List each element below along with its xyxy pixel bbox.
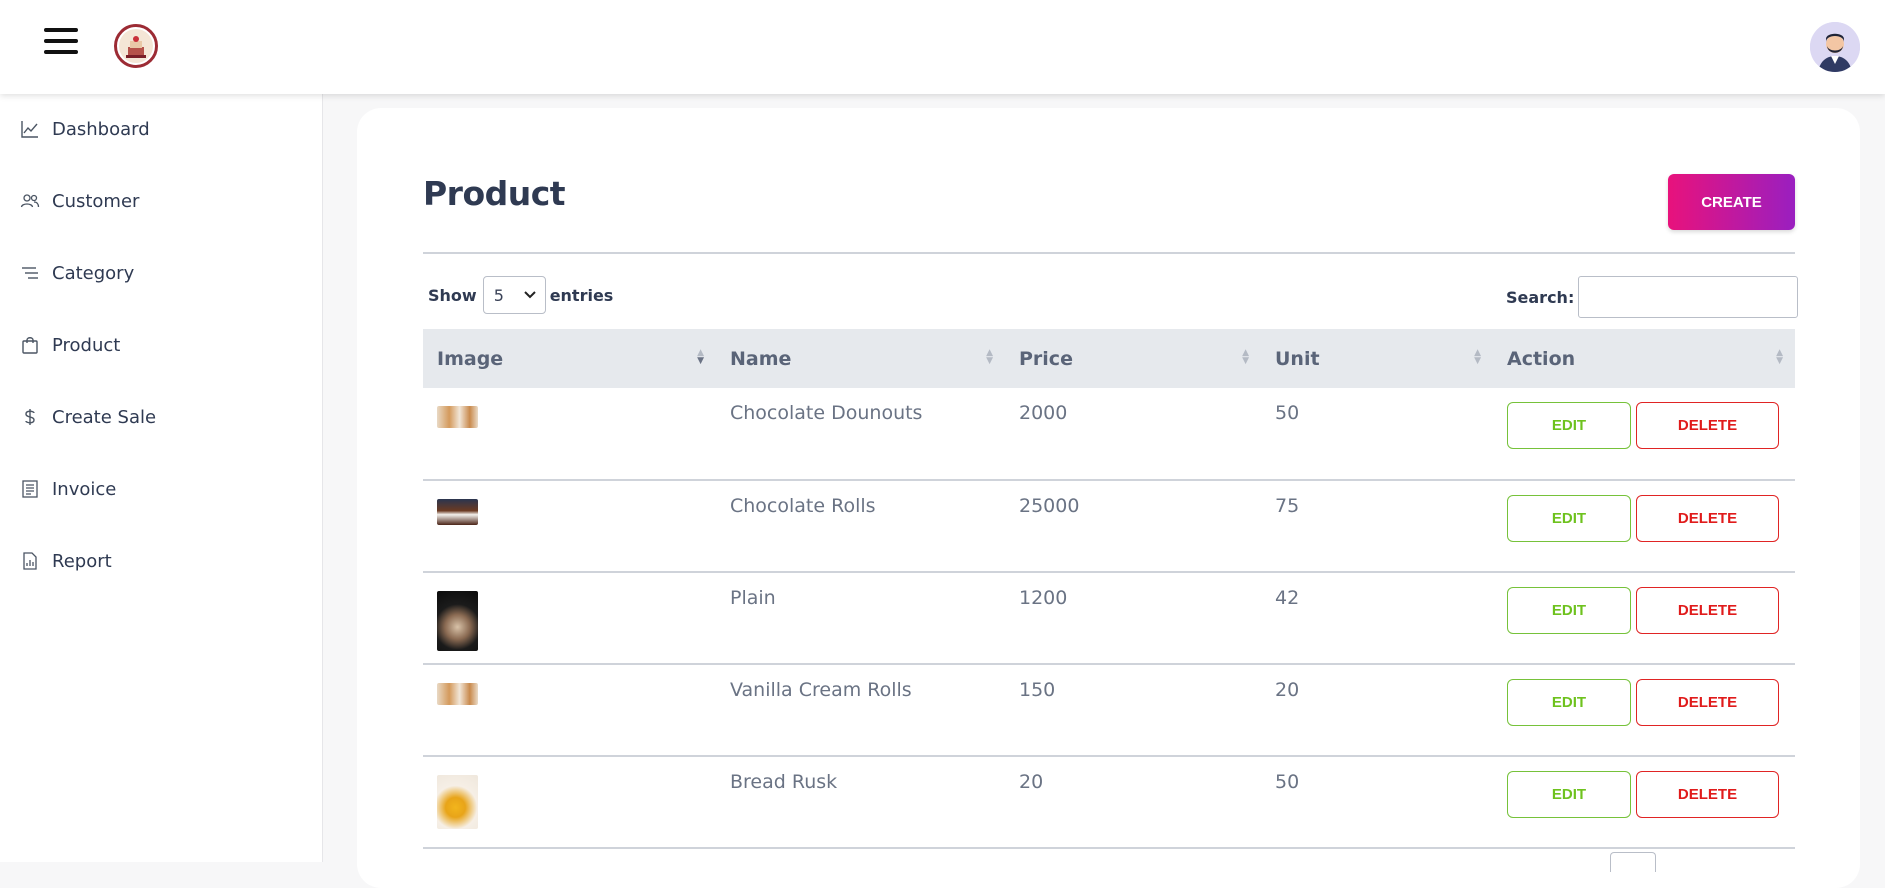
product-thumbnail	[437, 406, 478, 428]
report-icon	[20, 551, 40, 571]
product-price: 20	[1019, 771, 1044, 793]
sidebar: Dashboard Customer Category Product Crea…	[0, 94, 323, 862]
product-name: Plain	[730, 587, 776, 609]
line-chart-icon	[20, 119, 40, 139]
show-label: Show	[428, 285, 477, 305]
product-name: Chocolate Rolls	[730, 495, 876, 517]
column-header-name[interactable]: Name ▲ ▼	[716, 329, 1005, 388]
table-row: Plain 1200 42 EDIT DELETE	[423, 572, 1795, 664]
entries-value: 5	[493, 285, 504, 305]
search-label: Search:	[1506, 287, 1575, 307]
sidebar-item-report[interactable]: Report	[20, 546, 112, 576]
page-title: Product	[423, 174, 566, 213]
pagination-button[interactable]	[1610, 852, 1656, 872]
product-unit: 50	[1275, 402, 1300, 424]
entries-select[interactable]: 5	[482, 276, 546, 314]
top-bar	[0, 0, 1885, 94]
sidebar-item-label: Create Sale	[52, 406, 157, 428]
delete-button[interactable]: DELETE	[1636, 402, 1779, 449]
product-price: 25000	[1019, 495, 1080, 517]
edit-button[interactable]: EDIT	[1507, 587, 1631, 634]
list-icon	[20, 263, 40, 283]
column-header-price[interactable]: Price ▲ ▼	[1005, 329, 1261, 388]
product-name: Bread Rusk	[730, 771, 838, 793]
column-header-unit[interactable]: Unit ▲ ▼	[1261, 329, 1493, 388]
product-unit: 20	[1275, 679, 1300, 701]
dollar-icon	[20, 407, 40, 427]
product-price: 2000	[1019, 402, 1068, 424]
product-table: Image ▲ ▼ Name ▲ ▼ Price ▲ ▼ Unit ▲ ▼ Action ▲ ▼ C…	[423, 329, 1795, 849]
divider	[423, 252, 1795, 254]
product-thumbnail	[437, 683, 478, 705]
sidebar-item-dashboard[interactable]: Dashboard	[20, 114, 150, 144]
sidebar-item-label: Category	[52, 262, 135, 284]
entries-control: Show 5 entries	[428, 276, 613, 314]
table-row: Chocolate Dounouts 2000 50 EDIT DELETE	[423, 388, 1795, 480]
product-thumbnail	[437, 499, 478, 525]
shopping-bag-icon	[20, 335, 40, 355]
edit-button[interactable]: EDIT	[1507, 771, 1631, 818]
table-header-row: Image ▲ ▼ Name ▲ ▼ Price ▲ ▼ Unit ▲ ▼ Action ▲ ▼	[423, 329, 1795, 388]
product-unit: 50	[1275, 771, 1300, 793]
table-row: Bread Rusk 20 50 EDIT DELETE	[423, 756, 1795, 848]
delete-button[interactable]: DELETE	[1636, 771, 1779, 818]
product-thumbnail	[437, 775, 478, 829]
sidebar-item-label: Invoice	[52, 478, 117, 500]
product-price: 1200	[1019, 587, 1068, 609]
sidebar-item-label: Customer	[52, 190, 140, 212]
sidebar-item-customer[interactable]: Customer	[20, 186, 139, 216]
search-input[interactable]	[1578, 276, 1799, 318]
sidebar-item-label: Report	[52, 550, 112, 572]
sort-icon: ▲ ▼	[1474, 348, 1481, 366]
sidebar-item-create-sale[interactable]: Create Sale	[20, 402, 156, 432]
create-button[interactable]: CREATE	[1668, 174, 1795, 230]
sort-icon: ▲ ▼	[1776, 348, 1783, 366]
brand-logo[interactable]	[114, 24, 158, 68]
invoice-icon	[20, 479, 40, 499]
edit-button[interactable]: EDIT	[1507, 495, 1631, 542]
column-header-action[interactable]: Action ▲ ▼	[1493, 329, 1795, 388]
edit-button[interactable]: EDIT	[1507, 402, 1631, 449]
product-name: Vanilla Cream Rolls	[730, 679, 912, 701]
sidebar-item-category[interactable]: Category	[20, 258, 134, 288]
users-icon	[20, 191, 40, 211]
chevron-down-icon	[523, 291, 536, 299]
edit-button[interactable]: EDIT	[1507, 679, 1631, 726]
user-avatar[interactable]	[1810, 22, 1860, 72]
hamburger-menu-icon[interactable]	[44, 28, 78, 58]
sidebar-item-label: Dashboard	[52, 118, 150, 140]
table-row: Vanilla Cream Rolls 150 20 EDIT DELETE	[423, 664, 1795, 756]
product-name: Chocolate Dounouts	[730, 402, 923, 424]
sidebar-item-invoice[interactable]: Invoice	[20, 474, 116, 504]
column-header-image[interactable]: Image ▲ ▼	[423, 329, 716, 388]
product-unit: 75	[1275, 495, 1300, 517]
product-price: 150	[1019, 679, 1056, 701]
entries-label: entries	[549, 285, 614, 305]
sort-icon: ▲ ▼	[1242, 348, 1249, 366]
sort-icon: ▲ ▼	[986, 348, 993, 366]
sort-icon: ▲ ▼	[697, 348, 704, 366]
delete-button[interactable]: DELETE	[1636, 495, 1779, 542]
product-card: Product CREATE Show 5 entries Search: Im…	[357, 108, 1860, 888]
sidebar-item-label: Product	[52, 334, 121, 356]
delete-button[interactable]: DELETE	[1636, 587, 1779, 634]
search-control: Search:	[1506, 276, 1799, 318]
product-unit: 42	[1275, 587, 1300, 609]
delete-button[interactable]: DELETE	[1636, 679, 1779, 726]
table-row: Chocolate Rolls 25000 75 EDIT DELETE	[423, 480, 1795, 572]
product-thumbnail	[437, 591, 478, 651]
sidebar-item-product[interactable]: Product	[20, 330, 120, 360]
